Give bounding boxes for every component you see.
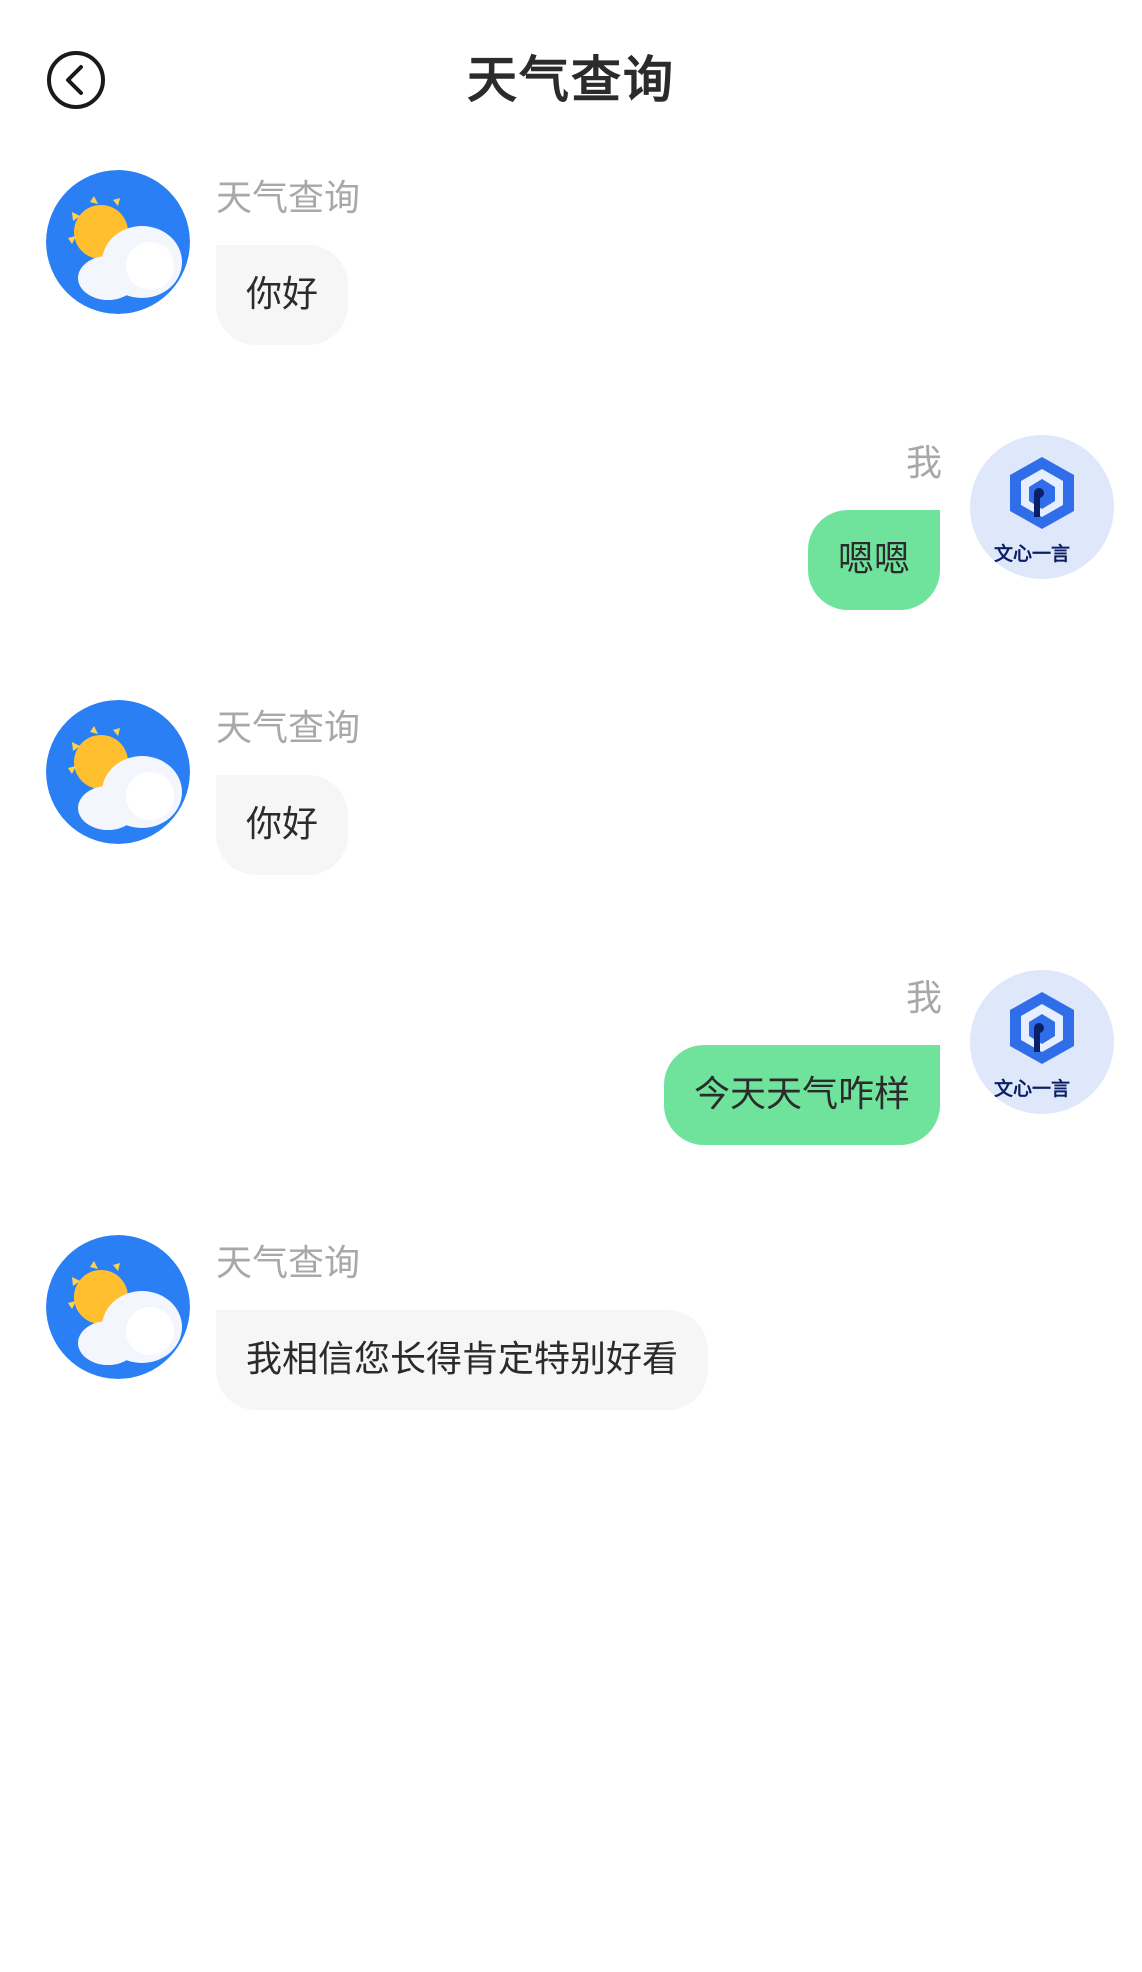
header-bar: 天气查询 <box>0 0 1142 160</box>
sender-name: 我 <box>905 978 942 1019</box>
sender-name: 天气查询 <box>216 1243 361 1284</box>
sender-name: 天气查询 <box>216 178 361 219</box>
bot-message: 天气查询 你好 <box>0 160 1142 360</box>
avatar-logo-text: 文心一言 <box>994 1078 1071 1100</box>
bot-avatar[interactable] <box>46 1235 190 1379</box>
user-avatar[interactable]: 文心一言 <box>970 970 1114 1114</box>
bot-avatar[interactable] <box>46 700 190 844</box>
user-avatar[interactable]: 文心一言 <box>970 435 1114 579</box>
bot-message: 天气查询 你好 <box>0 690 1142 890</box>
weather-sun-cloud-icon <box>46 700 190 844</box>
message-bubble[interactable]: 你好 <box>216 245 349 345</box>
sender-name: 天气查询 <box>216 708 361 749</box>
user-message: 文心一言 我 嗯嗯 <box>0 430 1142 630</box>
message-bubble[interactable]: 我相信您长得肯定特别好看 <box>216 1310 709 1410</box>
weather-sun-cloud-icon <box>46 170 190 314</box>
sender-name: 我 <box>905 443 942 484</box>
page-title: 天气查询 <box>467 51 675 109</box>
avatar-logo-text: 文心一言 <box>994 543 1071 565</box>
user-message: 文心一言 我 今天天气咋样 <box>0 965 1142 1165</box>
message-bubble[interactable]: 你好 <box>216 775 349 875</box>
bot-message: 天气查询 我相信您长得肯定特别好看 <box>0 1225 1142 1425</box>
bot-avatar[interactable] <box>46 170 190 314</box>
message-bubble[interactable]: 嗯嗯 <box>807 510 940 610</box>
message-bubble[interactable]: 今天天气咋样 <box>663 1045 940 1145</box>
weather-sun-cloud-icon <box>46 1235 190 1379</box>
